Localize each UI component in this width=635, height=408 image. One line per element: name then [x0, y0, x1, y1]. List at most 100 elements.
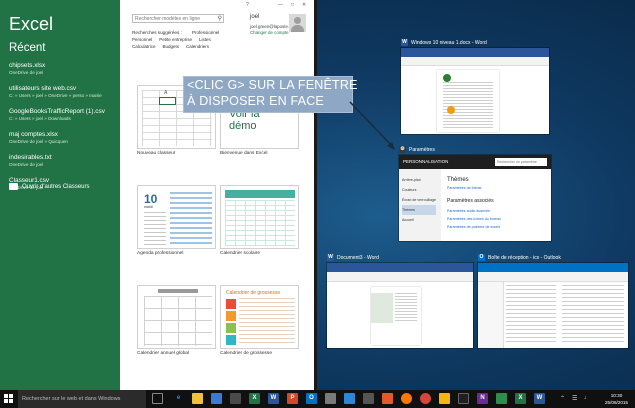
- window-controls: — □ ✕: [270, 2, 306, 8]
- excel-icon[interactable]: X: [249, 393, 260, 404]
- app-icon[interactable]: [382, 393, 393, 404]
- suggested-label: Recherches suggérées :: [132, 30, 182, 35]
- category-link[interactable]: Calendriers: [186, 44, 209, 49]
- file-explorer-icon[interactable]: [192, 393, 203, 404]
- window-title: O Boîte de réception - ics - Outlook: [478, 254, 561, 261]
- network-icon[interactable]: ☰: [572, 395, 577, 402]
- open-other-workbooks-link[interactable]: Ouvrir d'autres Classeurs: [9, 183, 90, 190]
- settings-window-thumbnail[interactable]: PERSONNALISATION Rechercher un paramètre…: [399, 155, 551, 241]
- outlook-icon: O: [478, 254, 485, 261]
- chevron-up-icon[interactable]: ⌃: [560, 395, 565, 402]
- category-link[interactable]: Professionnel: [192, 30, 219, 35]
- recent-file-path: OneDrive de joel: [9, 70, 44, 75]
- word-icon: W: [327, 254, 334, 261]
- category-link[interactable]: Personnel: [132, 37, 152, 42]
- clock[interactable]: 10:30 25/08/2015: [605, 392, 628, 406]
- recent-file-name: utilisateurs site web.csv: [9, 85, 77, 92]
- settings-links: Paramètres audio avancés Paramètres des …: [447, 209, 501, 229]
- maximize-icon[interactable]: □: [291, 2, 294, 8]
- outlook-window-thumbnail[interactable]: [478, 263, 628, 348]
- school-calendar-template[interactable]: [220, 185, 299, 249]
- template-search-input[interactable]: Rechercher modèles en ligne ⚲: [132, 14, 224, 23]
- word-document3-thumbnail[interactable]: [327, 263, 473, 348]
- close-icon[interactable]: ✕: [302, 2, 306, 8]
- taskbar: Rechercher sur le web et dans Windows e …: [0, 390, 635, 408]
- settings-section-title: Paramètres associés: [447, 198, 494, 204]
- agenda-date: 10: [144, 192, 158, 206]
- store-icon[interactable]: [211, 393, 222, 404]
- task-view-icon[interactable]: [152, 393, 163, 404]
- selected-cell: [159, 97, 176, 105]
- window-title: ⚙ Paramètres: [399, 146, 435, 153]
- agenda-day: mardi: [144, 205, 153, 209]
- recent-file-name: chipsets.xlsx: [9, 62, 46, 69]
- search-placeholder: Rechercher modèles en ligne: [135, 16, 201, 22]
- annual-calendar-template[interactable]: [137, 285, 216, 349]
- recent-file-item[interactable]: utilisateurs site web.csv C: » Users » j…: [9, 85, 117, 104]
- minimize-icon[interactable]: —: [278, 2, 283, 8]
- volume-icon[interactable]: ♩: [584, 395, 590, 401]
- app-icon[interactable]: [458, 393, 469, 404]
- recent-file-path: C: » Users » joel » OneDrive » perso » m…: [9, 93, 102, 98]
- word-icon[interactable]: W: [268, 393, 279, 404]
- recent-file-item[interactable]: chipsets.xlsx OneDrive de joel: [9, 62, 117, 81]
- agenda-template[interactable]: 10 mardi: [137, 185, 216, 249]
- change-account-link[interactable]: Changer de compte: [250, 30, 289, 35]
- settings-search[interactable]: Rechercher un paramètre: [495, 158, 547, 166]
- recent-file-item[interactable]: maj comptes.xlsx OneDrive de joel » Quic…: [9, 131, 117, 150]
- excel-active-icon[interactable]: X: [515, 393, 526, 404]
- app-icon[interactable]: [230, 393, 241, 404]
- category-link[interactable]: Budgets: [163, 44, 180, 49]
- calculator-icon[interactable]: [325, 393, 336, 404]
- folder-icon: [9, 183, 18, 190]
- recent-heading: Récent: [9, 42, 46, 54]
- avatar: [289, 14, 306, 32]
- recent-file-name: GoogleBooksTrafficReport (1).csv: [9, 108, 105, 115]
- word-active-icon[interactable]: W: [534, 393, 545, 404]
- firefox-icon[interactable]: [401, 393, 412, 404]
- settings-link[interactable]: Paramètres de thème: [447, 186, 482, 190]
- app-title: Excel: [9, 14, 54, 34]
- app-icon[interactable]: [496, 393, 507, 404]
- help-button[interactable]: ?: [246, 2, 249, 8]
- category-link[interactable]: Petite entreprise: [159, 37, 192, 42]
- category-row-1: Personnel Petite entreprise Listes: [132, 37, 211, 42]
- template-label: Calendrier de grossesse: [220, 351, 272, 356]
- edge-icon[interactable]: e: [173, 393, 184, 404]
- suggested-searches: Recherches suggérées :: [132, 30, 182, 35]
- app-icon[interactable]: [363, 393, 374, 404]
- window-title: W Document3 - Word: [327, 254, 379, 261]
- instruction-text: <CLIC G> SUR LA FENÊTRE À DISPOSER EN FA…: [187, 78, 358, 108]
- word-window-thumbnail[interactable]: [401, 48, 549, 134]
- chrome-icon[interactable]: [420, 393, 431, 404]
- open-other-label: Ouvrir d'autres Classeurs: [22, 183, 90, 190]
- powerpoint-icon[interactable]: P: [287, 393, 298, 404]
- recent-file-item[interactable]: indesirables.txt OneDrive de joel: [9, 154, 117, 173]
- template-label: Bienvenue dans Excel: [220, 151, 268, 156]
- taskbar-search-input[interactable]: Rechercher sur le web et dans Windows: [18, 390, 146, 408]
- recent-file-path: C: » Users » joel » Downloads: [9, 116, 71, 121]
- window-title: W Windows 10 niveau 1.docx - Word: [401, 39, 487, 46]
- template-label: Agenda professionnel: [137, 251, 184, 256]
- recent-file-path: OneDrive de joel » Quicquen: [9, 139, 68, 144]
- outlook-icon[interactable]: O: [306, 393, 317, 404]
- settings-header: PERSONNALISATION: [403, 159, 449, 164]
- search-icon[interactable]: ⚲: [218, 15, 222, 22]
- pregnancy-calendar-template[interactable]: Calendrier de grossesse: [220, 285, 299, 349]
- recent-file-name: indesirables.txt: [9, 154, 52, 161]
- template-label: Calendrier scolaire: [220, 251, 260, 256]
- app-icon[interactable]: [344, 393, 355, 404]
- settings-menu: Arrière-plan Couleurs Écran de verrouill…: [402, 178, 436, 222]
- windows-start-icon[interactable]: [4, 394, 14, 404]
- excel-start-panel: ? — □ ✕ Rechercher modèles en ligne ⚲ joel…: [120, 0, 314, 390]
- recent-file-item[interactable]: GoogleBooksTrafficReport (1).csv C: » Us…: [9, 108, 117, 127]
- category-link[interactable]: Calculatrice: [132, 44, 156, 49]
- column-header: A: [164, 90, 168, 96]
- template-label: Nouveau classeur: [137, 151, 176, 156]
- category-link[interactable]: Listes: [199, 37, 211, 42]
- excel-sidebar: Excel Récent chipsets.xlsx OneDrive de j…: [0, 0, 120, 390]
- snap-divider[interactable]: [314, 0, 317, 390]
- onenote-icon[interactable]: N: [477, 393, 488, 404]
- template-label: Calendrier annuel global: [137, 351, 190, 356]
- app-icon[interactable]: [439, 393, 450, 404]
